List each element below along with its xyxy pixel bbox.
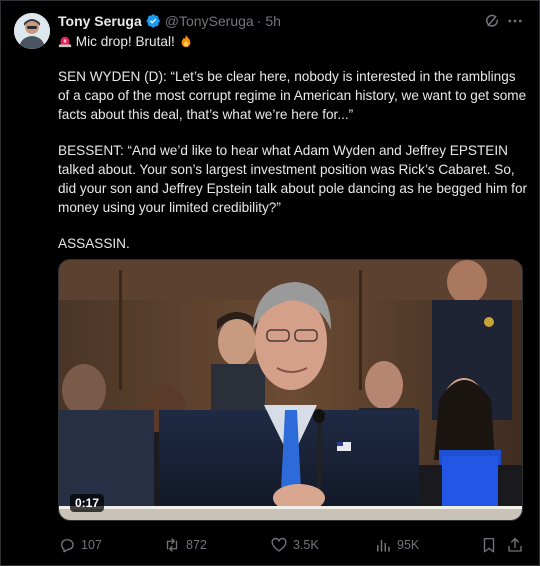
- reply-count: 107: [81, 538, 102, 552]
- more-icon[interactable]: [506, 12, 524, 30]
- tweet-paragraph-wyden: SEN WYDEN (D): “Let’s be clear here, nob…: [58, 67, 528, 124]
- bookmark-button[interactable]: [480, 535, 498, 555]
- repost-count: 872: [186, 538, 207, 552]
- tweet-paragraph-bessent: BESSENT: “And we’d like to hear what Ada…: [58, 141, 528, 217]
- paragraph-text: SEN WYDEN (D): “Let’s be clear here, nob…: [58, 69, 527, 122]
- views-button[interactable]: 95K: [374, 535, 419, 555]
- reply-icon: [61, 539, 74, 553]
- tweet-header: Tony Seruga @TonySeruga · 5h: [58, 12, 281, 30]
- avatar-image: [14, 13, 50, 49]
- grok-icon[interactable]: [483, 12, 501, 30]
- header-separator: ·: [256, 13, 262, 29]
- share-button[interactable]: [506, 535, 524, 555]
- tweet-card[interactable]: Tony Seruga @TonySeruga · 5h Mic drop! B…: [0, 0, 540, 566]
- fire-icon: [179, 34, 193, 48]
- repost-icon: [166, 538, 178, 552]
- views-count: 95K: [397, 538, 420, 552]
- verified-badge-icon[interactable]: [145, 13, 161, 29]
- video-duration: 0:17: [70, 494, 105, 512]
- like-count: 3.5K: [293, 538, 319, 552]
- views-icon: [377, 539, 390, 552]
- tweet-intro-text: Mic drop! Brutal!: [75, 34, 175, 49]
- action-bar: 107 872 3.5K 95K: [58, 535, 528, 555]
- share-icon: [508, 537, 522, 552]
- paragraph-text: ASSASSIN.: [58, 236, 130, 251]
- repost-button[interactable]: 872: [163, 535, 207, 555]
- like-button[interactable]: 3.5K: [270, 535, 319, 555]
- author-handle[interactable]: @TonySeruga: [165, 13, 254, 29]
- tweet-intro: Mic drop! Brutal!: [58, 32, 528, 51]
- reply-button[interactable]: 107: [58, 535, 102, 555]
- author-display-name[interactable]: Tony Seruga: [58, 13, 142, 29]
- paragraph-text: BESSENT: “And we’d like to hear what Ada…: [58, 143, 528, 215]
- heart-icon: [271, 537, 287, 552]
- post-time[interactable]: 5h: [265, 13, 281, 29]
- video-frame: [59, 260, 522, 520]
- tweet-sign-off: ASSASSIN.: [58, 234, 528, 253]
- rotating-light-icon: [58, 34, 72, 48]
- video-player[interactable]: 0:17: [58, 259, 523, 521]
- avatar[interactable]: [14, 13, 50, 49]
- bookmark-icon: [483, 537, 495, 553]
